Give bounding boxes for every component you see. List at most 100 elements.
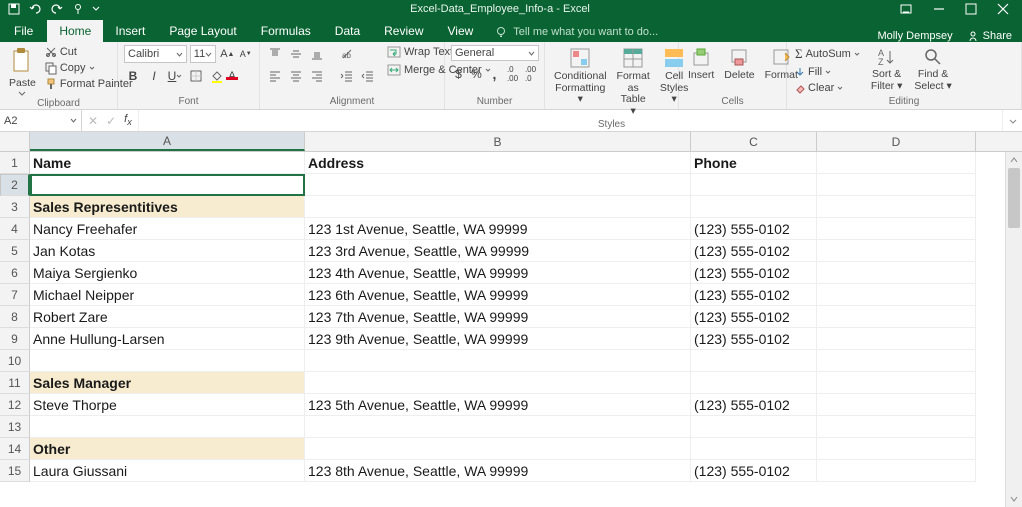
cell[interactable]: 123 8th Avenue, Seattle, WA 99999 [305, 460, 691, 482]
grow-font-button[interactable]: A▲ [219, 45, 235, 63]
cell[interactable]: (123) 555-0102 [691, 262, 817, 284]
cell[interactable]: (123) 555-0102 [691, 460, 817, 482]
touch-mode-icon[interactable] [72, 3, 84, 15]
cell[interactable]: (123) 555-0102 [691, 240, 817, 262]
find-select-button[interactable]: Find &Select ▾ [911, 45, 954, 94]
cell[interactable]: 123 5th Avenue, Seattle, WA 99999 [305, 394, 691, 416]
select-all-corner[interactable] [0, 132, 30, 151]
format-as-table-button[interactable]: Format asTable ▾ [614, 45, 653, 119]
accounting-format-button[interactable]: $ [451, 65, 466, 83]
font-size-select[interactable]: 11 [190, 45, 216, 63]
align-middle-button[interactable] [287, 45, 305, 63]
conditional-formatting-button[interactable]: ConditionalFormatting ▾ [551, 45, 610, 108]
underline-button[interactable]: U [166, 67, 184, 85]
align-top-button[interactable] [266, 45, 284, 63]
cell[interactable] [817, 328, 976, 350]
row-header[interactable]: 13 [0, 416, 30, 438]
ribbon-options-icon[interactable] [900, 3, 912, 15]
cell[interactable] [691, 438, 817, 460]
decrease-indent-button[interactable] [338, 67, 356, 85]
percent-format-button[interactable]: % [469, 65, 484, 83]
cell[interactable] [817, 438, 976, 460]
cell[interactable] [817, 372, 976, 394]
row-header[interactable]: 2 [0, 174, 30, 196]
cell[interactable]: Michael Neipper [30, 284, 305, 306]
tab-insert[interactable]: Insert [103, 20, 157, 42]
comma-format-button[interactable]: , [487, 65, 502, 83]
cell[interactable] [817, 218, 976, 240]
cell[interactable]: (123) 555-0102 [691, 328, 817, 350]
increase-indent-button[interactable] [359, 67, 377, 85]
row-header[interactable]: 4 [0, 218, 30, 240]
cell[interactable]: 123 4th Avenue, Seattle, WA 99999 [305, 262, 691, 284]
row-header[interactable]: 5 [0, 240, 30, 262]
share-button[interactable]: Share [967, 30, 1012, 42]
cell[interactable]: Anne Hullung-Larsen [30, 328, 305, 350]
tell-me-search[interactable]: Tell me what you want to do... [485, 22, 668, 42]
name-box[interactable]: A2 [0, 110, 82, 131]
cell[interactable]: 123 9th Avenue, Seattle, WA 99999 [305, 328, 691, 350]
cell[interactable]: Sales Representitives [30, 196, 305, 218]
cell[interactable] [305, 350, 691, 372]
decrease-decimal-button[interactable]: .00.0 [523, 65, 538, 83]
enter-formula-button[interactable]: ✓ [106, 114, 116, 128]
italic-button[interactable]: I [145, 67, 163, 85]
scroll-up-arrow[interactable] [1006, 152, 1022, 168]
column-header-c[interactable]: C [691, 132, 817, 151]
column-header-d[interactable]: D [817, 132, 976, 151]
cell[interactable] [30, 350, 305, 372]
tab-file[interactable]: File [0, 20, 47, 42]
cell[interactable] [817, 350, 976, 372]
cell[interactable] [691, 350, 817, 372]
row-header[interactable]: 15 [0, 460, 30, 482]
cell[interactable] [817, 394, 976, 416]
font-color-button[interactable]: A [229, 67, 247, 85]
column-header-b[interactable]: B [305, 132, 691, 151]
row-header[interactable]: 8 [0, 306, 30, 328]
cell[interactable] [691, 416, 817, 438]
cell[interactable]: 123 3rd Avenue, Seattle, WA 99999 [305, 240, 691, 262]
tab-formulas[interactable]: Formulas [249, 20, 323, 42]
user-name[interactable]: Molly Dempsey [877, 30, 952, 42]
row-header[interactable]: 9 [0, 328, 30, 350]
increase-decimal-button[interactable]: .0.00 [505, 65, 520, 83]
cell[interactable] [305, 196, 691, 218]
tab-page-layout[interactable]: Page Layout [157, 20, 248, 42]
font-name-select[interactable]: Calibri [124, 45, 187, 63]
redo-icon[interactable] [50, 4, 64, 14]
cell[interactable] [817, 152, 976, 174]
align-bottom-button[interactable] [308, 45, 326, 63]
insert-cells-button[interactable]: Insert [685, 45, 717, 83]
row-header[interactable]: 6 [0, 262, 30, 284]
cell[interactable]: Sales Manager [30, 372, 305, 394]
cell[interactable]: (123) 555-0102 [691, 284, 817, 306]
cell[interactable] [817, 460, 976, 482]
cell[interactable] [305, 174, 691, 196]
cell[interactable] [30, 416, 305, 438]
cell[interactable]: 123 6th Avenue, Seattle, WA 99999 [305, 284, 691, 306]
row-header[interactable]: 14 [0, 438, 30, 460]
cell[interactable]: Nancy Freehafer [30, 218, 305, 240]
align-center-button[interactable] [287, 67, 305, 85]
cell[interactable]: Robert Zare [30, 306, 305, 328]
cell[interactable] [30, 174, 305, 196]
insert-function-button[interactable]: fx [124, 113, 132, 127]
borders-button[interactable] [187, 67, 205, 85]
cell[interactable]: Name [30, 152, 305, 174]
cell[interactable]: Address [305, 152, 691, 174]
cancel-formula-button[interactable]: ✕ [88, 114, 98, 128]
close-icon[interactable] [998, 4, 1008, 14]
row-header[interactable]: 11 [0, 372, 30, 394]
cell[interactable] [305, 438, 691, 460]
row-header[interactable]: 10 [0, 350, 30, 372]
cell[interactable] [817, 174, 976, 196]
tab-home[interactable]: Home [47, 20, 103, 42]
cell[interactable] [817, 306, 976, 328]
column-header-a[interactable]: A [30, 132, 305, 151]
tab-data[interactable]: Data [323, 20, 372, 42]
cell[interactable]: Maiya Sergienko [30, 262, 305, 284]
cell[interactable] [305, 416, 691, 438]
undo-icon[interactable] [28, 4, 42, 14]
formula-input[interactable] [139, 110, 1002, 131]
cell[interactable]: Phone [691, 152, 817, 174]
